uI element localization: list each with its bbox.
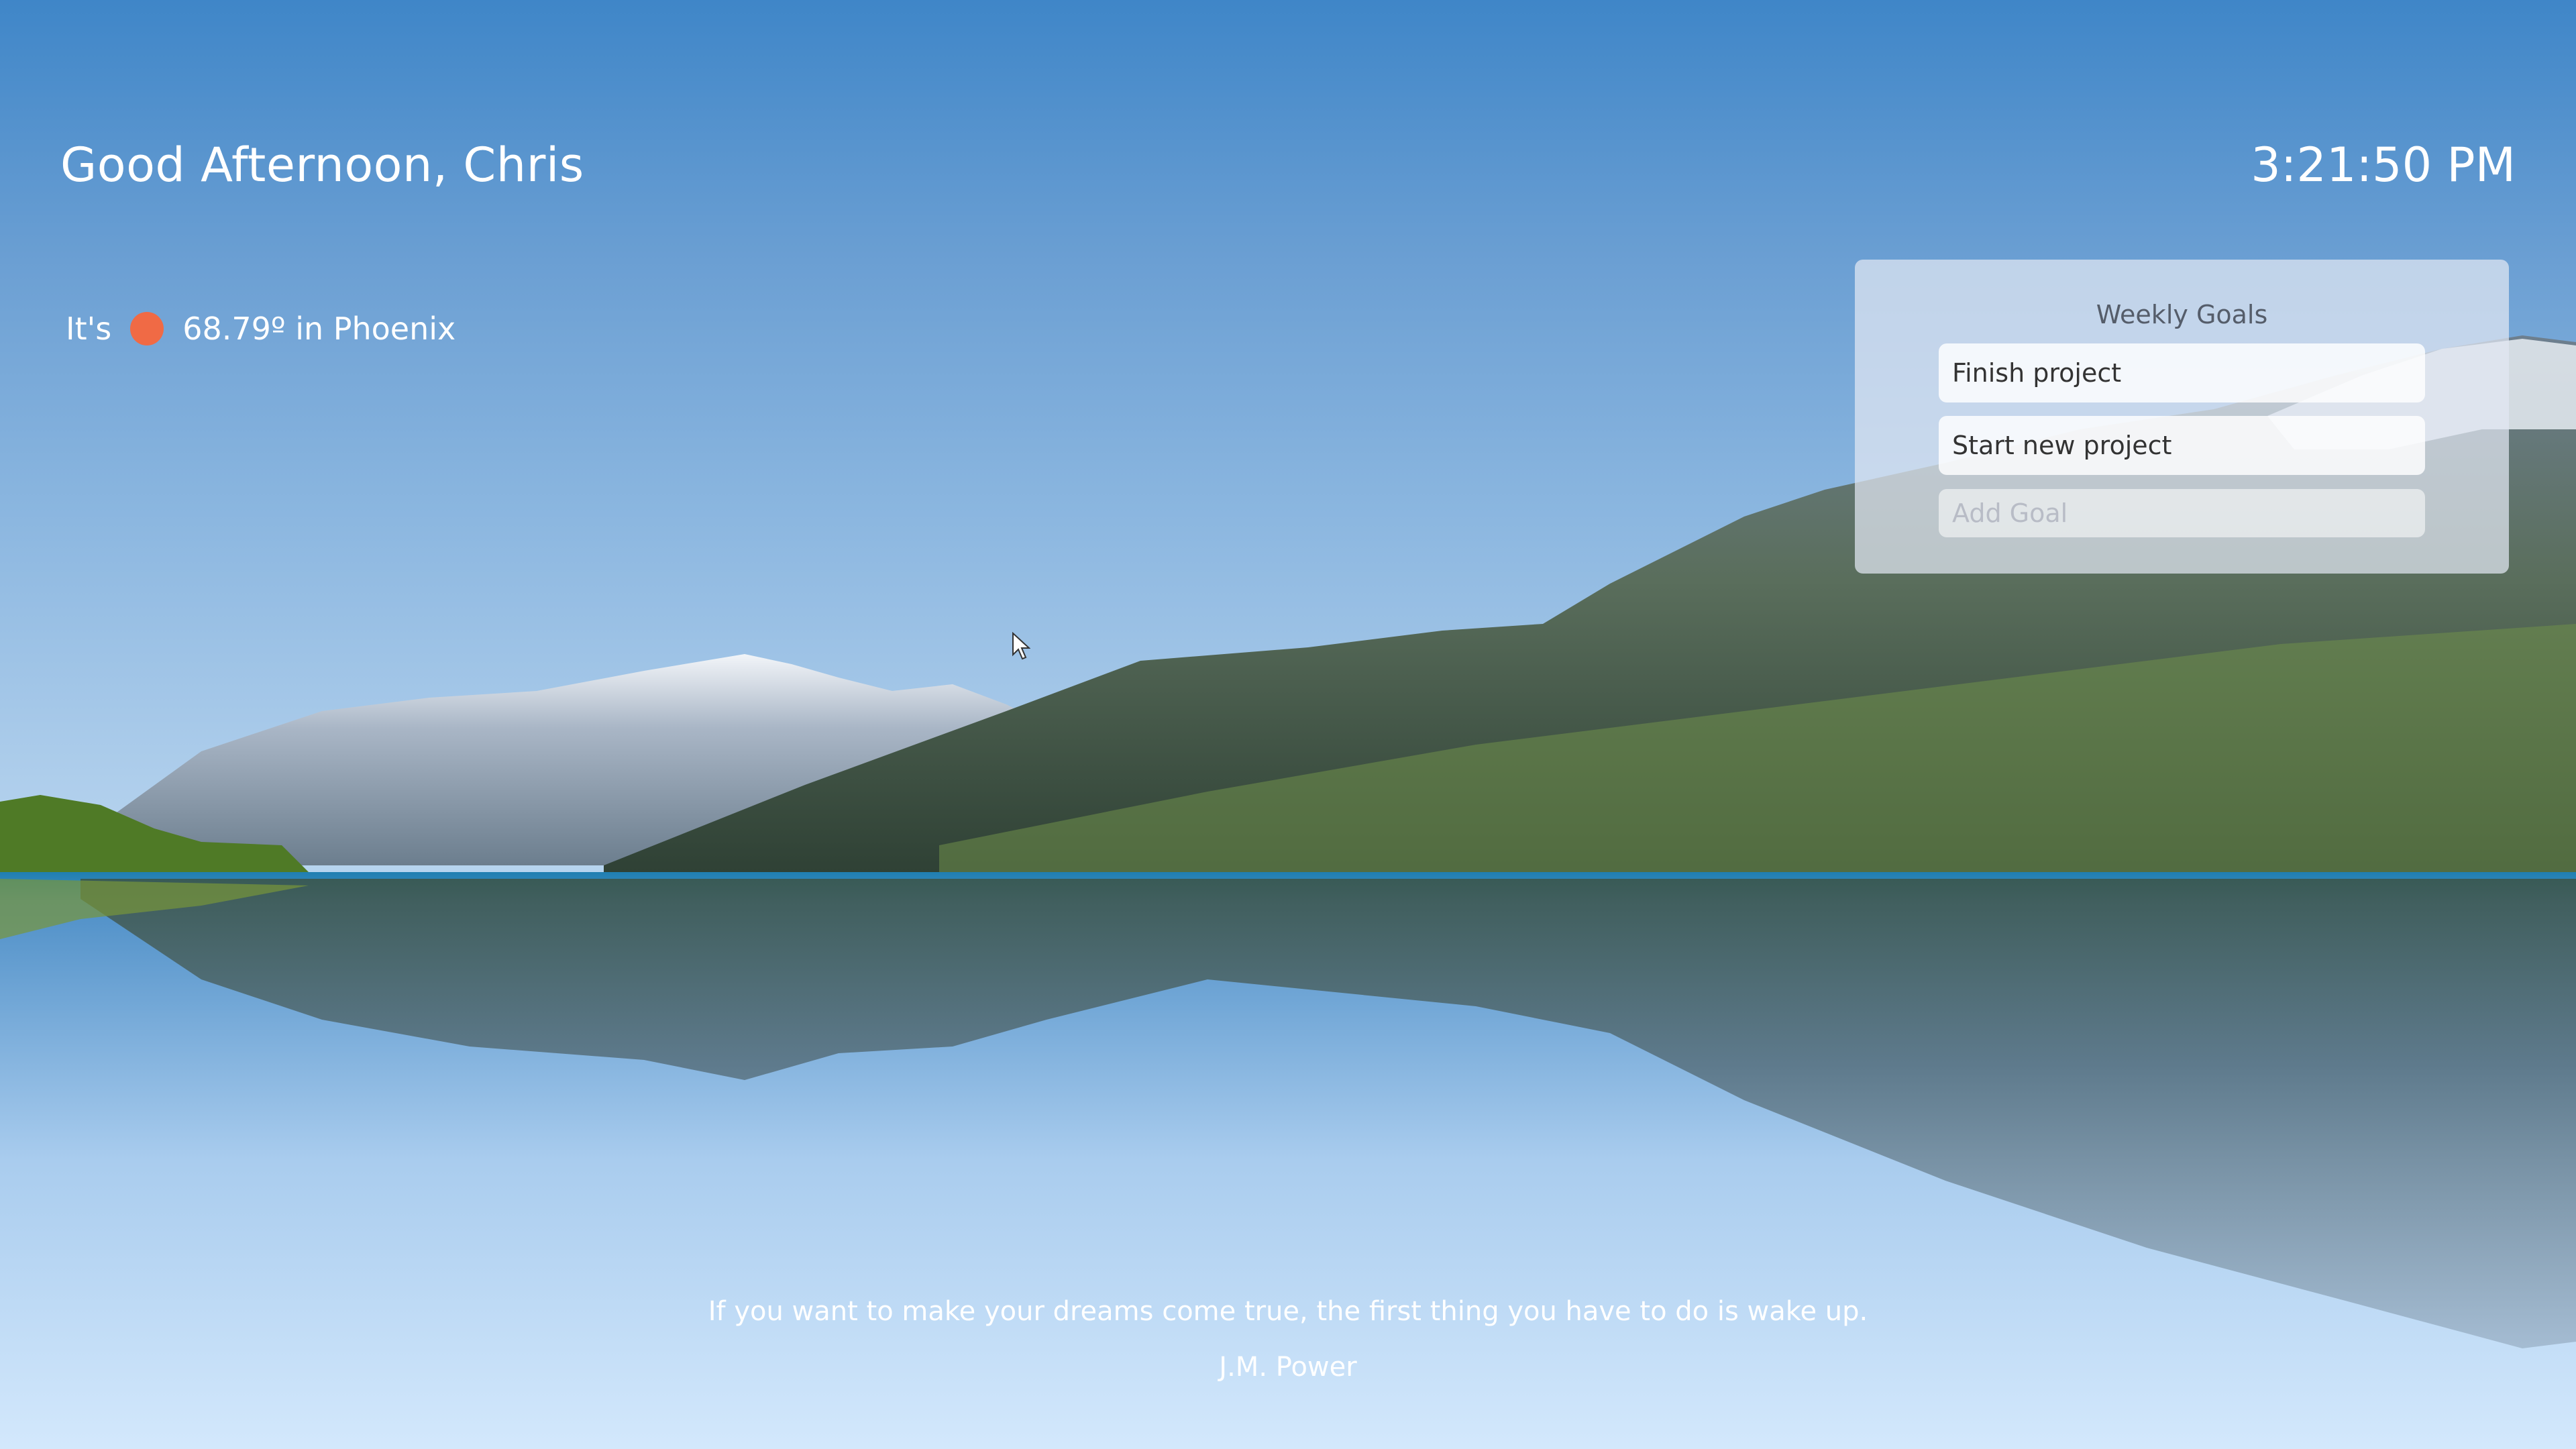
greeting-text: Good Afternoon, Chris xyxy=(60,138,584,193)
sun-icon xyxy=(130,312,164,345)
add-goal-input[interactable] xyxy=(1939,489,2425,537)
mountain-lake-image xyxy=(0,335,2576,1449)
quote-text: If you want to make your dreams come tru… xyxy=(708,1296,1868,1327)
weekly-goals-panel: Weekly Goals Finish project Start new pr… xyxy=(1855,260,2509,574)
background-landscape xyxy=(0,0,2576,1449)
goal-item[interactable]: Finish project xyxy=(1939,343,2425,402)
mouse-cursor-icon xyxy=(1012,631,1031,663)
goals-title: Weekly Goals xyxy=(2096,300,2268,329)
goal-item[interactable]: Start new project xyxy=(1939,416,2425,475)
quote-author: J.M. Power xyxy=(1219,1352,1357,1383)
weather-prefix: It's xyxy=(66,311,112,347)
weather-widget: It's 68.79º in Phoenix xyxy=(66,311,455,347)
clock: 3:21:50 PM xyxy=(2251,138,2516,193)
weather-reading: 68.79º in Phoenix xyxy=(182,311,456,347)
